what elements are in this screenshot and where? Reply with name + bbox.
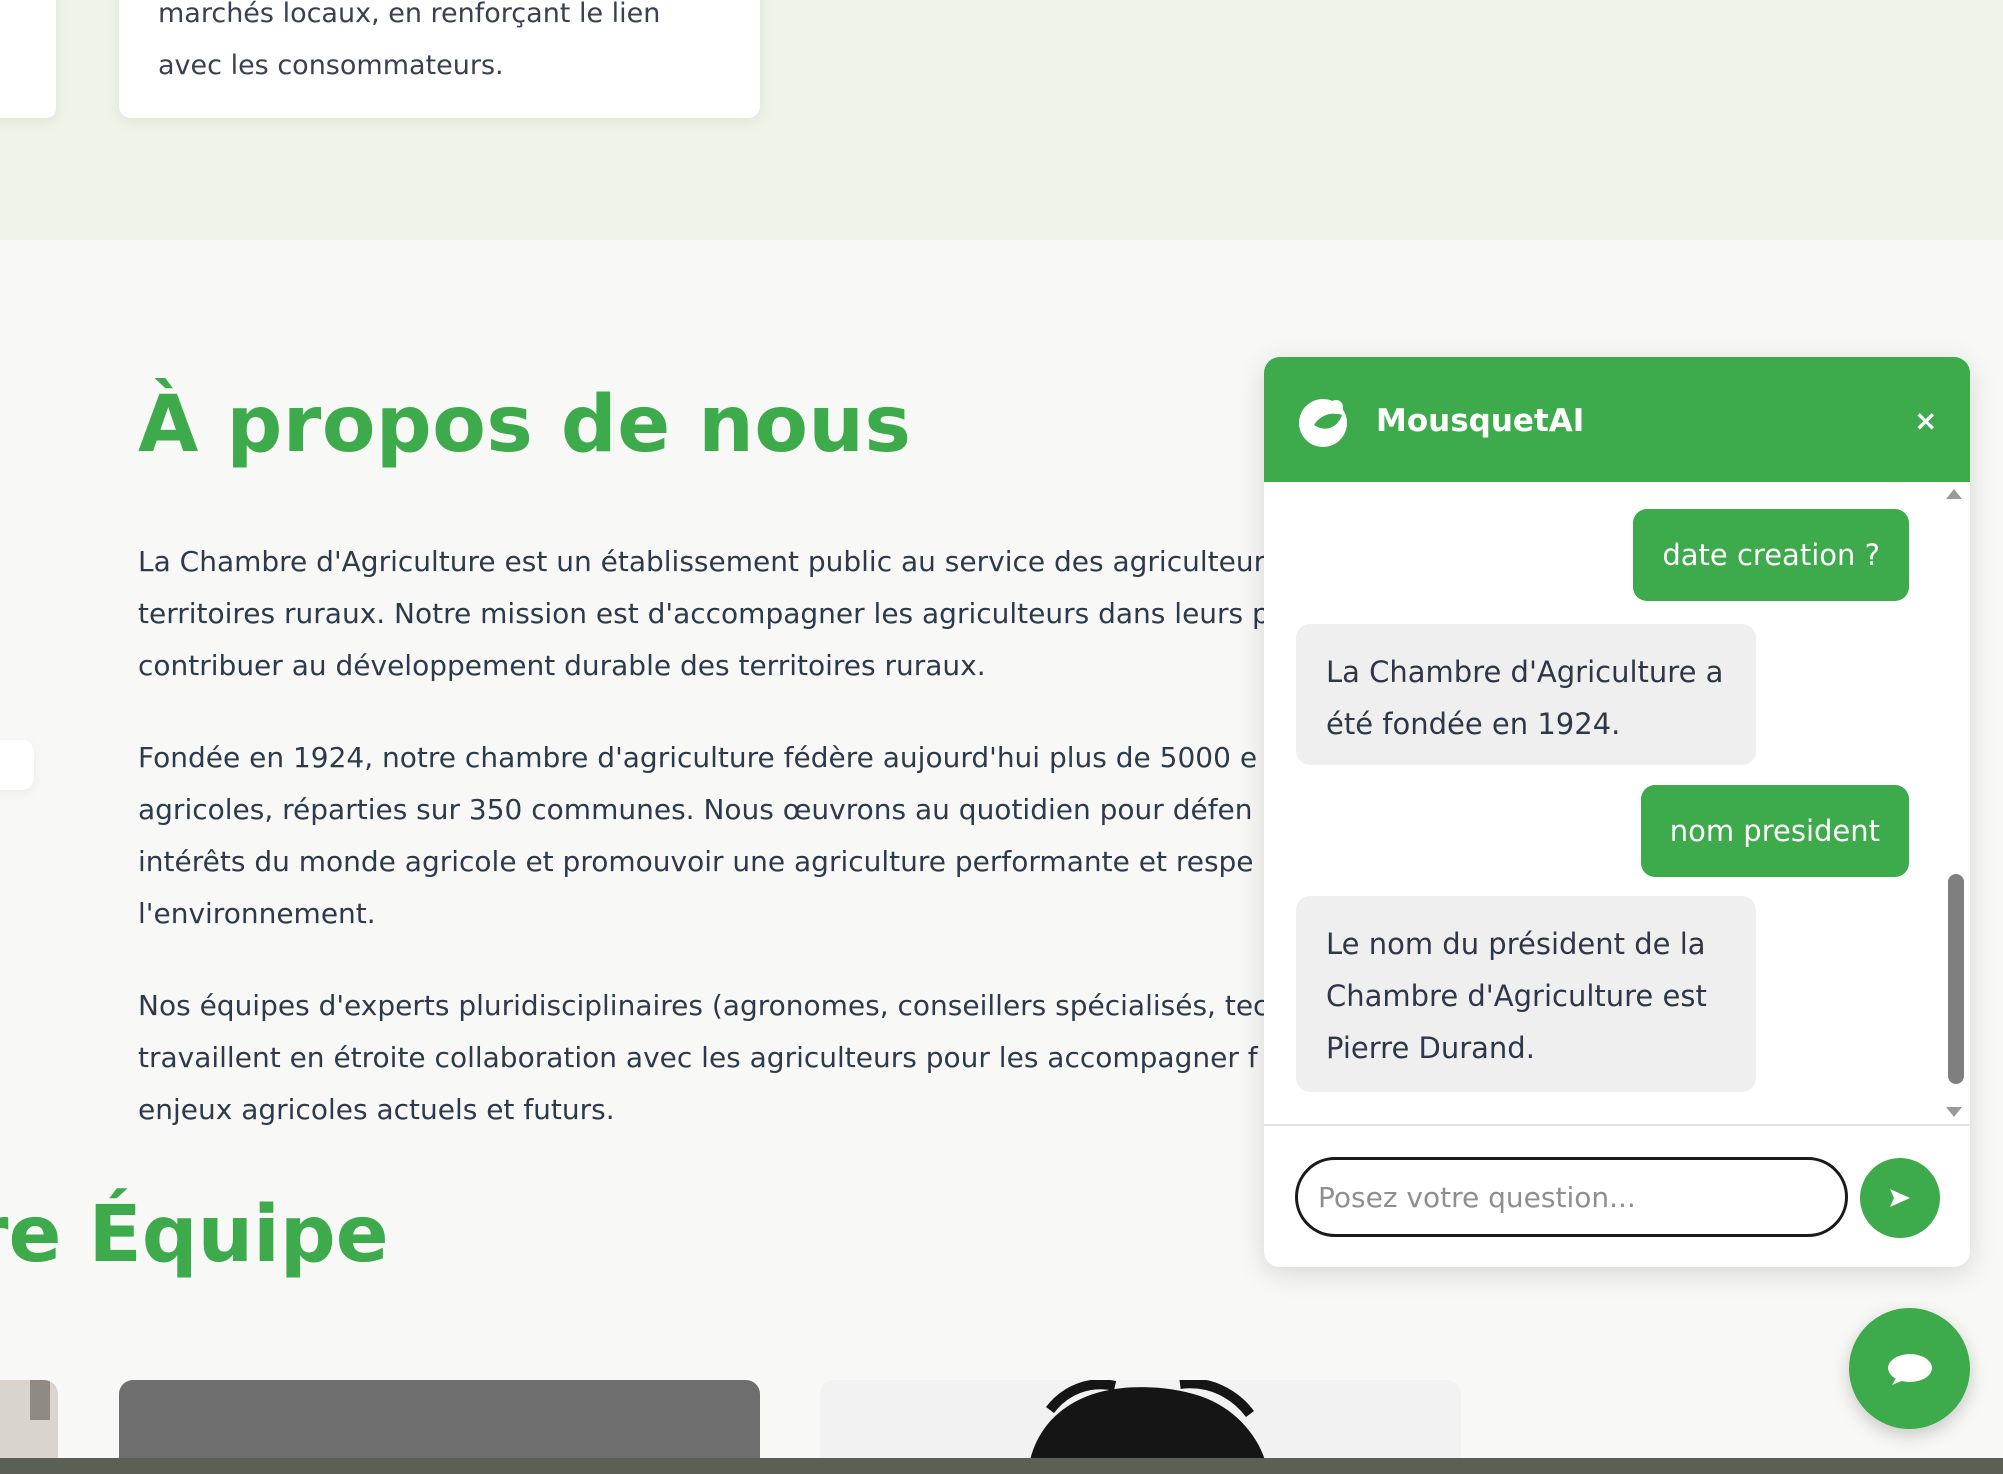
about-body: La Chambre d'Agriculture est un établiss… bbox=[138, 536, 1268, 1176]
team-photo-detail bbox=[30, 1380, 50, 1420]
mousquet-logo-icon bbox=[1299, 399, 1347, 447]
about-paragraph-1: La Chambre d'Agriculture est un établiss… bbox=[138, 536, 1268, 692]
feature-card-partial bbox=[0, 0, 56, 118]
bottom-bar bbox=[0, 1458, 2003, 1474]
about-line: territoires ruraux. Notre mission est d'… bbox=[138, 597, 1268, 630]
about-line: contribuer au développement durable des … bbox=[138, 649, 986, 682]
about-line: l'environnement. bbox=[138, 897, 376, 930]
feature-card-text: marchés locaux, en renforçant le lien av… bbox=[158, 0, 728, 92]
chat-title: MousquetAI bbox=[1376, 403, 1585, 439]
about-line: travaillent en étroite collaboration ave… bbox=[138, 1041, 1258, 1074]
scroll-down-arrow-icon[interactable] bbox=[1946, 1107, 1962, 1117]
about-line: enjeux agricoles actuels et futurs. bbox=[138, 1093, 615, 1126]
feature-card-line: avec les consommateurs. bbox=[158, 50, 504, 81]
about-paragraph-3: Nos équipes d'experts pluridisciplinaire… bbox=[138, 980, 1268, 1136]
chat-window: MousquetAI × date creation ? La Chambre … bbox=[1264, 357, 1970, 1267]
team-title: re Équipe bbox=[0, 1190, 389, 1280]
bot-message: La Chambre d'Agriculture a été fondée en… bbox=[1296, 624, 1756, 765]
about-title: À propos de nous bbox=[138, 380, 912, 470]
about-line: La Chambre d'Agriculture est un établiss… bbox=[138, 545, 1268, 578]
about-paragraph-2: Fondée en 1924, notre chambre d'agricult… bbox=[138, 732, 1268, 940]
previous-section-band: marchés locaux, en renforçant le lien av… bbox=[0, 0, 2003, 240]
chat-divider bbox=[1264, 1124, 1970, 1126]
user-message: date creation ? bbox=[1633, 509, 1909, 601]
chat-header: MousquetAI × bbox=[1264, 357, 1970, 482]
chat-toggle-button[interactable] bbox=[1849, 1308, 1970, 1429]
side-card-partial bbox=[0, 740, 34, 790]
team-card-partial bbox=[0, 1380, 58, 1460]
team-card[interactable] bbox=[119, 1380, 760, 1460]
bot-message: Le nom du président de la Chambre d'Agri… bbox=[1296, 896, 1756, 1092]
chat-bubble-icon bbox=[1887, 1353, 1932, 1385]
close-icon[interactable]: × bbox=[1914, 407, 1937, 435]
user-message: nom president bbox=[1640, 785, 1909, 877]
scroll-up-arrow-icon[interactable] bbox=[1946, 489, 1962, 499]
about-line: agricoles, réparties sur 350 communes. N… bbox=[138, 793, 1253, 826]
scrollbar-thumb[interactable] bbox=[1948, 874, 1964, 1084]
about-line: intérêts du monde agricole et promouvoir… bbox=[138, 845, 1254, 878]
about-line: Fondée en 1924, notre chambre d'agricult… bbox=[138, 741, 1258, 774]
feature-card: marchés locaux, en renforçant le lien av… bbox=[119, 0, 760, 118]
chat-messages[interactable]: date creation ? La Chambre d'Agriculture… bbox=[1264, 482, 1970, 1124]
about-line: Nos équipes d'experts pluridisciplinaire… bbox=[138, 989, 1268, 1022]
send-arrow-icon bbox=[1890, 1189, 1910, 1207]
send-button[interactable] bbox=[1860, 1158, 1940, 1238]
feature-card-line: marchés locaux, en renforçant le lien bbox=[158, 0, 661, 29]
team-card[interactable] bbox=[820, 1380, 1461, 1460]
team-photo-hair bbox=[1030, 1380, 1265, 1460]
chat-question-input[interactable] bbox=[1295, 1157, 1848, 1237]
